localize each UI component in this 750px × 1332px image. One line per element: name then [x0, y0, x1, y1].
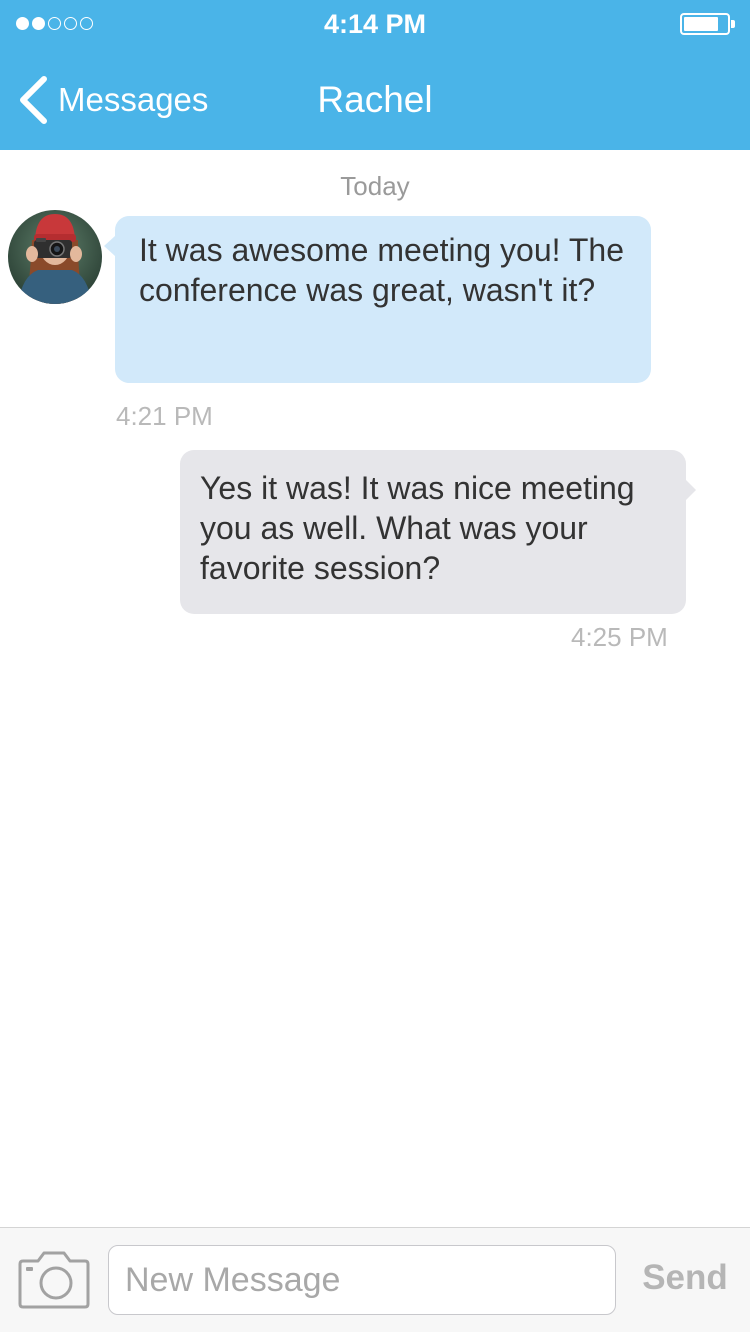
battery-level [684, 17, 718, 31]
date-divider: Today [340, 171, 410, 201]
status-bar: 4:14 PM [0, 0, 750, 48]
header: 4:14 PM Messages Rachel [0, 0, 750, 150]
message-input[interactable] [108, 1245, 616, 1315]
status-time: 4:14 PM [323, 9, 427, 39]
message-timestamp: 4:25 PM [571, 622, 668, 652]
contact-name-title: Rachel [317, 79, 433, 120]
camera-button[interactable] [18, 1248, 90, 1310]
messages-screen: 4:14 PM Messages Rachel Today It was awe… [0, 0, 750, 1332]
nav-bar: Messages Rachel [0, 48, 750, 150]
message-input-bar: Send [0, 1227, 750, 1332]
avatar[interactable] [8, 210, 102, 304]
outgoing-message-bubble[interactable]: Yes it was! It was nice meeting you as w… [180, 450, 696, 614]
send-button[interactable]: Send [630, 1256, 740, 1300]
camera-icon [18, 1251, 90, 1309]
message-timestamp: 4:21 PM [116, 401, 213, 431]
contact-photo [8, 210, 102, 304]
battery-icon [680, 13, 730, 35]
battery-tip [731, 20, 735, 28]
incoming-message-bubble[interactable]: It was awesome meeting you! The conferen… [104, 216, 651, 383]
